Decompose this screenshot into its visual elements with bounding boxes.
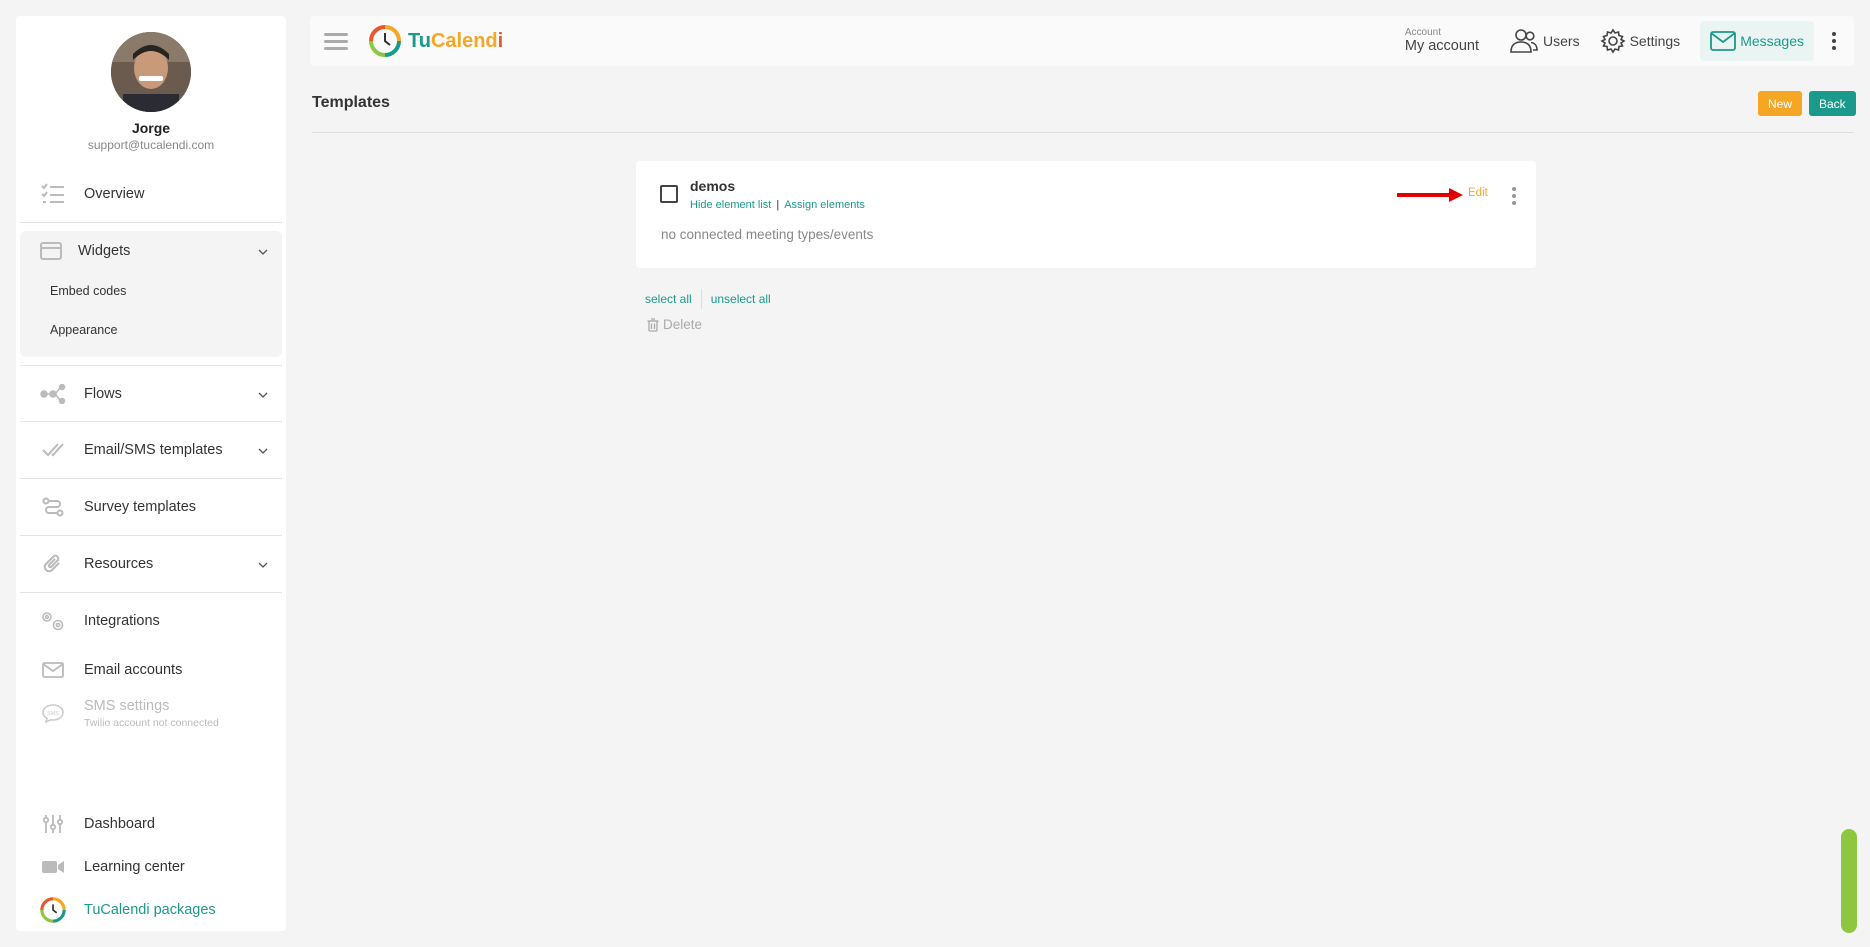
unselect-all-link[interactable]: unselect all — [711, 292, 771, 306]
sidebar-item-label: Overview — [84, 186, 145, 202]
flow-icon — [40, 381, 66, 407]
chevron-down-icon — [258, 244, 268, 258]
profile-name: Jorge — [131, 120, 171, 136]
account-small-label: Account — [1404, 27, 1442, 38]
scrollbar-handle[interactable] — [1841, 829, 1857, 933]
list-check-icon — [40, 181, 66, 207]
svg-text:SMS: SMS — [47, 711, 59, 717]
sidebar-item-sms-settings[interactable]: SMS SMS settings Twilio account not conn… — [20, 691, 282, 734]
survey-icon — [40, 494, 66, 520]
sidebar-item-tucalendi-packages[interactable]: TuCalendi packages — [20, 888, 282, 931]
profile: Jorge support@tucalendi.com — [16, 16, 286, 166]
video-camera-icon — [40, 854, 66, 880]
logo-text: TuCalendi — [408, 30, 503, 53]
delete-label: Delete — [663, 317, 703, 332]
paperclip-icon — [40, 551, 66, 577]
chevron-down-icon — [258, 387, 268, 401]
sidebar-item-label: Email/SMS templates — [84, 442, 223, 458]
app-logo[interactable]: TuCalendi — [368, 24, 503, 58]
logo-text-i: i — [497, 29, 504, 52]
chevron-down-icon — [258, 557, 268, 571]
account-menu[interactable]: Account My account — [1405, 28, 1479, 54]
sidebar-item-label: SMS settings — [84, 697, 170, 714]
avatar[interactable] — [111, 32, 191, 112]
selection-separator — [700, 289, 702, 309]
top-bar: TuCalendi Account My account Users Setti… — [310, 16, 1854, 66]
tucalendi-logo-icon — [369, 25, 401, 57]
hamburger-menu-icon[interactable] — [324, 29, 348, 54]
sidebar-item-overview[interactable]: Overview — [20, 166, 282, 223]
sidebar-item-learning-center[interactable]: Learning center — [20, 845, 282, 888]
sidebar-subitem-embed-codes[interactable]: Embed codes — [20, 271, 282, 310]
link-separator: | — [776, 199, 780, 211]
logo-text-tu: Tu — [408, 29, 431, 52]
sidebar-item-label: Integrations — [84, 612, 160, 629]
sidebar-item-label: Widgets — [78, 243, 131, 259]
account-main-label: My account — [1404, 38, 1480, 54]
page-title: Templates — [312, 94, 390, 111]
users-link[interactable]: Users — [1509, 28, 1580, 54]
sidebar-bottom-nav: Dashboard Learning center TuCalendi pack… — [16, 802, 286, 931]
sidebar-item-email-sms-templates[interactable]: Email/SMS templates — [20, 422, 282, 479]
delete-button[interactable]: Delete — [647, 317, 702, 332]
chevron-down-icon — [258, 443, 268, 457]
template-links: Hide element list | Assign elements — [690, 199, 865, 211]
settings-link[interactable]: Settings — [1600, 28, 1681, 54]
sidebar-item-dashboard[interactable]: Dashboard — [20, 802, 282, 845]
envelope-icon — [1710, 31, 1737, 51]
window-icon — [38, 238, 64, 264]
messages-link[interactable]: Messages — [1700, 21, 1814, 61]
gears-icon — [40, 608, 66, 634]
settings-label: Settings — [1629, 33, 1681, 49]
widgets-group: Widgets Embed codes Appearance — [20, 231, 282, 357]
envelope-icon — [40, 657, 66, 683]
sidebar-item-label: Learning center — [84, 858, 185, 875]
sms-label-wrap: SMS settings Twilio account not connecte… — [84, 697, 219, 729]
sidebar-item-integrations[interactable]: Integrations — [20, 593, 282, 648]
red-arrow-annotation — [1397, 188, 1463, 202]
sidebar-item-label: Email accounts — [84, 661, 183, 678]
sidebar-item-label: Flows — [84, 385, 122, 402]
gear-icon — [1600, 28, 1626, 54]
sms-bubble-icon: SMS — [40, 700, 66, 726]
hide-element-list-link[interactable]: Hide element list — [690, 199, 771, 211]
sidebar-subitem-appearance[interactable]: Appearance — [20, 310, 282, 349]
double-check-icon — [40, 437, 66, 463]
sidebar-item-resources[interactable]: Resources — [20, 536, 282, 593]
tucalendi-logo-icon — [40, 896, 66, 923]
card-more-options-icon[interactable] — [1512, 185, 1516, 206]
messages-label: Messages — [1740, 33, 1804, 49]
sliders-icon — [40, 811, 66, 837]
template-title: demos — [690, 178, 736, 194]
sidebar-item-label: Dashboard — [84, 815, 155, 832]
users-icon — [1510, 29, 1538, 53]
sidebar: Jorge support@tucalendi.com Overview Wid… — [16, 16, 286, 931]
logo-text-calend: Calend — [430, 29, 498, 52]
profile-email: support@tucalendi.com — [87, 138, 215, 152]
sidebar-item-survey-templates[interactable]: Survey templates — [20, 479, 282, 536]
select-all-link[interactable]: select all — [645, 292, 692, 306]
template-checkbox[interactable] — [660, 185, 678, 203]
top-right-nav: Account My account Users Settings Messag… — [1405, 16, 1854, 66]
sms-status-text: Twilio account not connected — [84, 716, 219, 729]
more-options-icon[interactable] — [1824, 31, 1844, 52]
sidebar-item-email-accounts[interactable]: Email accounts — [20, 648, 282, 691]
sidebar-item-label: Resources — [84, 556, 154, 572]
trash-icon — [647, 317, 659, 332]
users-label: Users — [1543, 33, 1580, 49]
new-button[interactable]: New — [1758, 91, 1803, 116]
header-divider — [312, 132, 1854, 133]
selection-controls: select all unselect all — [645, 289, 771, 309]
template-card: demos Hide element list | Assign element… — [636, 161, 1536, 268]
back-button[interactable]: Back — [1809, 91, 1856, 116]
sidebar-item-label: TuCalendi packages — [84, 901, 216, 918]
edit-link[interactable]: Edit — [1468, 187, 1488, 199]
assign-elements-link[interactable]: Assign elements — [784, 199, 865, 211]
sidebar-item-widgets[interactable]: Widgets — [20, 231, 282, 271]
template-description: no connected meeting types/events — [661, 227, 874, 242]
sidebar-item-flows[interactable]: Flows — [20, 365, 282, 422]
sidebar-item-label: Survey templates — [84, 499, 197, 515]
